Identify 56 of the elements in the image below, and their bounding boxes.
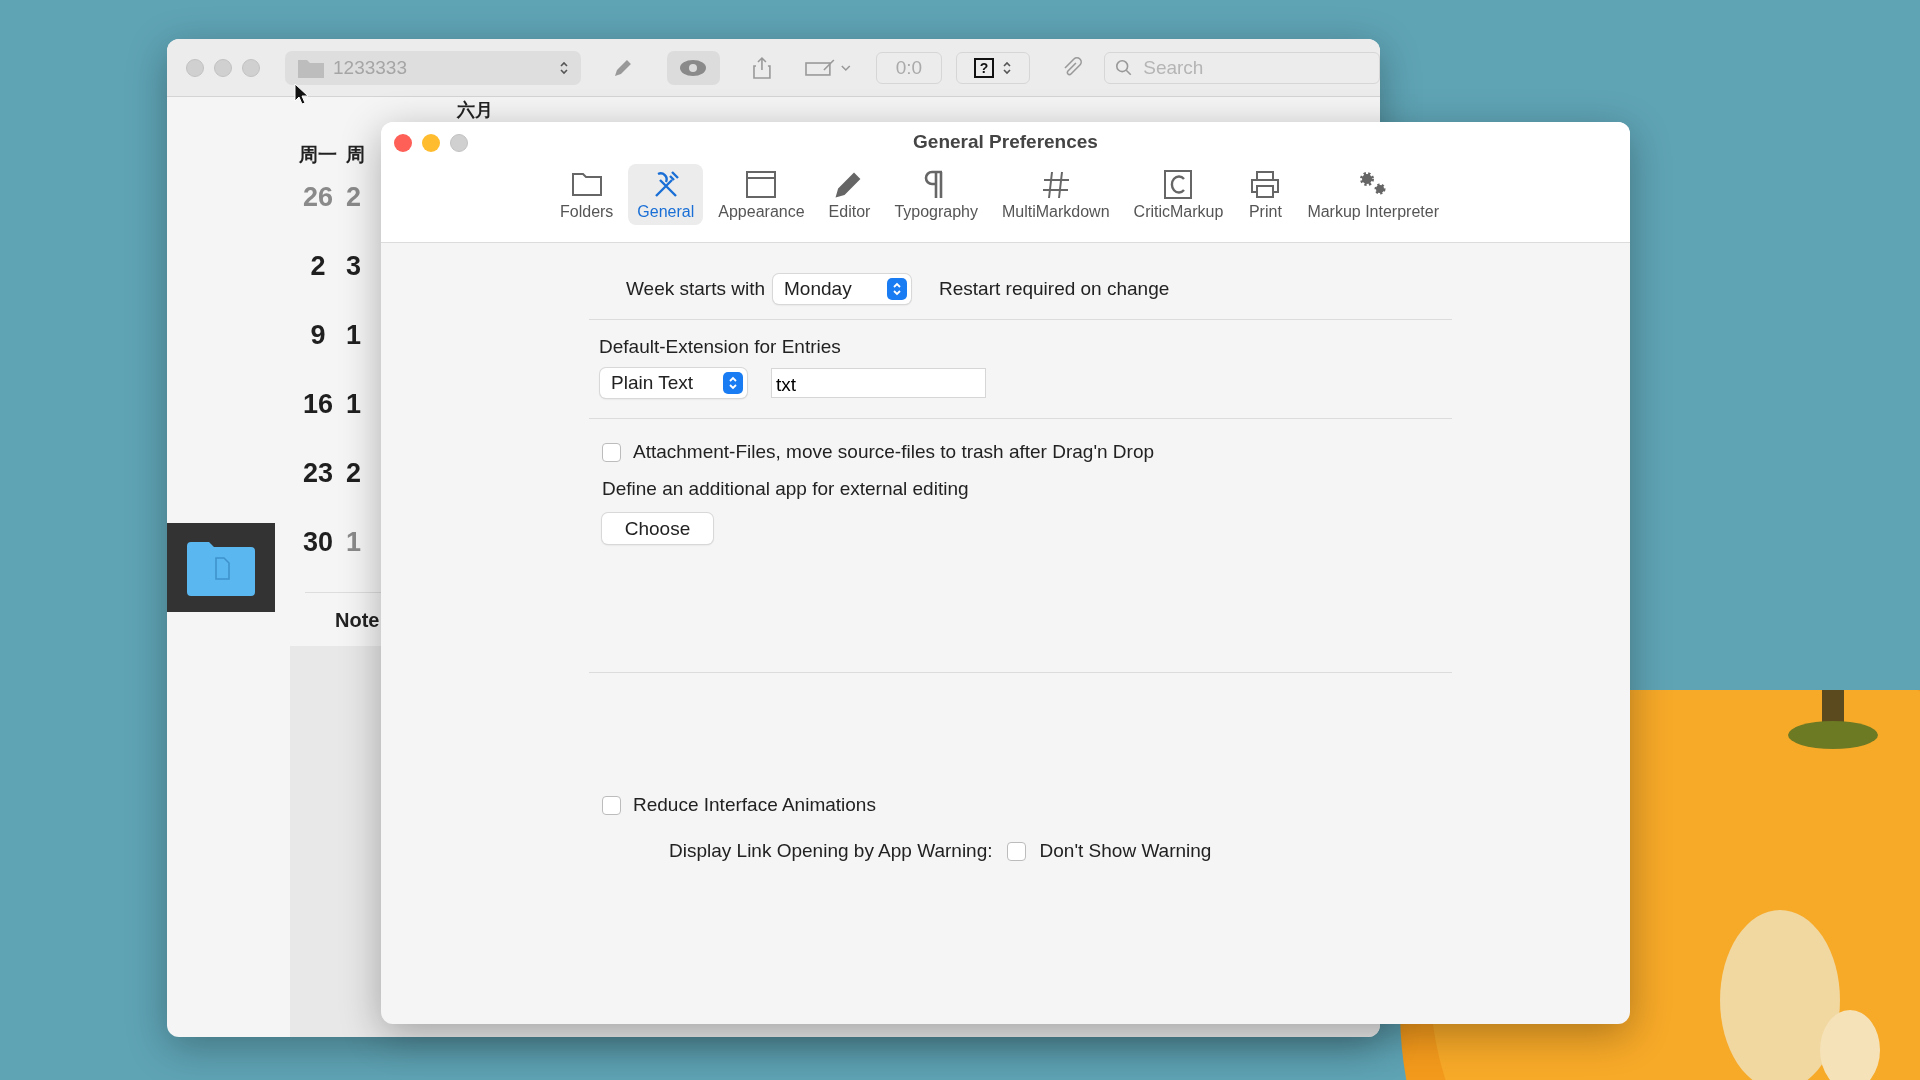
- checkbox-label: Reduce Interface Animations: [633, 794, 876, 816]
- calendar-day[interactable]: 30: [302, 527, 333, 557]
- choose-button[interactable]: Choose: [602, 513, 713, 544]
- counter-field: 0:0: [876, 51, 942, 84]
- preferences-tab[interactable]: General: [628, 164, 704, 225]
- eye-icon: [679, 58, 708, 77]
- week-start-popup[interactable]: Monday: [773, 274, 912, 304]
- preferences-tab[interactable]: Markup Interpreter: [1298, 164, 1448, 225]
- close-button[interactable]: [394, 134, 412, 152]
- checkbox[interactable]: [602, 795, 621, 815]
- calendar-day[interactable]: 23: [302, 458, 333, 488]
- chevron-icon: [558, 59, 569, 76]
- preferences-tab[interactable]: Appearance: [709, 164, 814, 225]
- minimize-button[interactable]: [422, 134, 440, 152]
- calendar-day[interactable]: 2: [310, 251, 326, 281]
- search-icon: [1115, 58, 1134, 77]
- zoom-button[interactable]: [450, 134, 468, 152]
- week-start-label: Week starts with: [626, 278, 766, 300]
- checkbox[interactable]: [1006, 841, 1026, 861]
- link-warning-label: Display Link Opening by App Warning:: [669, 840, 993, 862]
- calendar-day[interactable]: 1: [346, 320, 362, 350]
- notes-heading: Note: [335, 609, 380, 631]
- calendar-day[interactable]: 1: [346, 389, 362, 419]
- minimize-button[interactable]: [214, 58, 232, 77]
- format-popup[interactable]: Plain Text: [600, 368, 747, 398]
- calendar-day[interactable]: 9: [310, 320, 326, 350]
- help-popup[interactable]: ?: [955, 51, 1031, 84]
- calendar-day[interactable]: 16: [302, 389, 333, 419]
- checkbox[interactable]: [602, 442, 621, 462]
- preferences-tab[interactable]: MultiMarkdown: [993, 164, 1119, 225]
- cursor-icon: [294, 83, 308, 105]
- external-editor-label: Define an additional app for external editing: [602, 478, 970, 500]
- preferences-tab[interactable]: Editor: [819, 164, 880, 225]
- window-title: General Preferences: [913, 131, 1098, 153]
- calendar-day[interactable]: 3: [346, 251, 362, 281]
- folder-icon: [185, 539, 257, 596]
- weekday-label: 周: [346, 144, 365, 165]
- calendar-day[interactable]: 2: [346, 458, 362, 488]
- stepper-icon: [723, 372, 743, 394]
- preview-button[interactable]: [666, 50, 721, 85]
- default-extension-label: Default-Extension for Entries: [599, 336, 842, 358]
- restart-note: Restart required on change: [939, 278, 1170, 300]
- month-label: 六月: [457, 99, 493, 122]
- preferences-tab[interactable]: Print: [1238, 164, 1293, 225]
- chevron-icon: [1002, 59, 1012, 76]
- stepper-icon: [887, 278, 908, 300]
- preferences-tab[interactable]: Typography: [885, 164, 987, 225]
- preferences-tab[interactable]: Folders: [551, 164, 623, 225]
- preferences-tab[interactable]: CriticMarkup: [1124, 164, 1233, 225]
- extension-field[interactable]: txt: [771, 368, 986, 398]
- sidebar-item[interactable]: [167, 523, 275, 612]
- checkbox-label: Don't Show Warning: [1039, 840, 1212, 862]
- checkbox-label: Attachment-Files, move source-files to trash after Drag'n Drop: [633, 441, 1155, 463]
- zoom-button[interactable]: [242, 58, 260, 77]
- weekday-label: 周一: [299, 144, 337, 165]
- close-button[interactable]: [186, 58, 204, 77]
